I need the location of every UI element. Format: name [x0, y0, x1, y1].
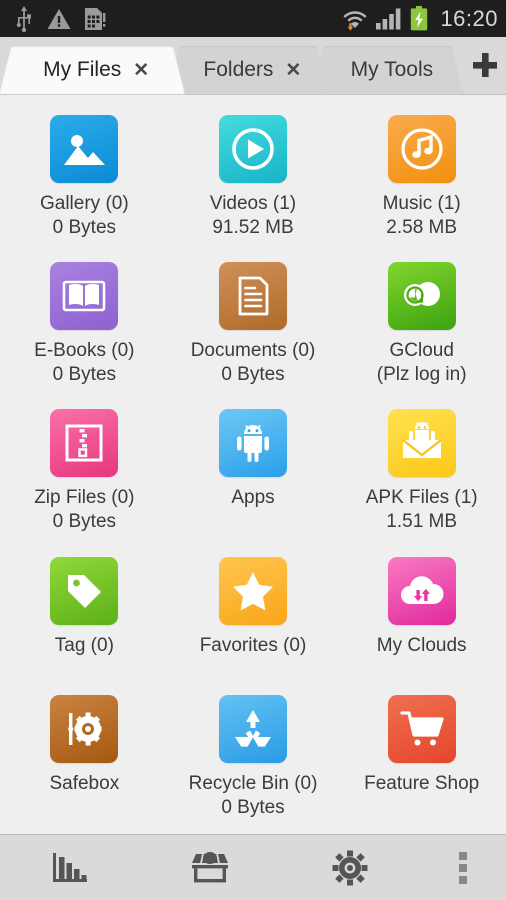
grid-item-size: 0 Bytes [52, 511, 117, 533]
tab-label: My Files [43, 58, 122, 81]
grid-item-name: Recycle Bin (0) [188, 772, 318, 794]
grid-item-tag[interactable]: Tag (0) [0, 549, 169, 687]
safebox-icon [50, 694, 119, 763]
grid-item-name: Safebox [49, 772, 120, 794]
plus-icon [472, 53, 497, 77]
tab-folders[interactable]: Folders ✕ [168, 46, 328, 94]
grid-row: Zip Files (0) 0 Bytes Apps APK Files (1)… [0, 401, 506, 548]
app-window: 16:20 My Files ✕ Folders ✕ My Tools Gall… [0, 0, 506, 900]
market-store-icon [192, 851, 228, 882]
bottom-bar-settings[interactable] [280, 835, 420, 900]
grid-item-size: 0 Bytes [52, 364, 117, 386]
bottom-toolbar [0, 834, 506, 900]
usb-icon [16, 5, 31, 32]
grid-item-name: Zip Files (0) [34, 487, 135, 509]
tab-label: My Tools [350, 58, 434, 81]
grid-item-recycle-bin[interactable]: Recycle Bin (0) 0 Bytes [169, 687, 338, 834]
tab-close-icon[interactable]: ✕ [285, 61, 301, 80]
grid-item-apps[interactable]: Apps [169, 401, 338, 548]
apk-files-icon [387, 409, 456, 478]
grid-item-feature-shop[interactable]: Feature Shop [337, 687, 506, 834]
gcloud-icon [387, 262, 456, 331]
grid-item-name: Feature Shop [364, 772, 480, 794]
grid-row: Safebox Recycle Bin (0) 0 Bytes Feature … [0, 687, 506, 834]
grid-item-ebooks[interactable]: E-Books (0) 0 Bytes [0, 254, 169, 401]
add-tab-button[interactable] [463, 36, 506, 94]
grid-item-name: Documents (0) [190, 340, 316, 362]
grid-item-size: (Plz log in) [376, 364, 467, 386]
my-clouds-icon [387, 556, 456, 625]
ebooks-icon [50, 262, 119, 331]
tab-label: Folders [203, 58, 274, 81]
apps-android-icon [219, 409, 287, 478]
grid-item-zip-files[interactable]: Zip Files (0) 0 Bytes [0, 401, 169, 548]
grid-item-size: 2.58 MB [386, 217, 458, 238]
grid-row: E-Books (0) 0 Bytes Documents (0) 0 Byte… [0, 254, 506, 401]
bottom-bar-market[interactable] [140, 835, 280, 900]
tab-bar: My Files ✕ Folders ✕ My Tools [0, 37, 506, 95]
grid-item-videos[interactable]: Videos (1) 91.52 MB [169, 107, 338, 254]
grid-item-favorites[interactable]: Favorites (0) [169, 549, 338, 687]
music-icon [387, 115, 456, 183]
grid-item-apk-files[interactable]: APK Files (1) 1.51 MB [337, 401, 506, 548]
grid-row: Gallery (0) 0 Bytes Videos (1) 91.52 MB [0, 107, 506, 254]
gallery-icon [50, 115, 119, 183]
grid-item-gcloud[interactable]: GCloud (Plz log in) [337, 254, 506, 401]
grid-item-name: Gallery (0) [39, 193, 129, 214]
grid-item-name: APK Files (1) [365, 487, 478, 509]
grid-item-name: Music (1) [382, 193, 461, 214]
grid-item-size: 0 Bytes [221, 364, 285, 386]
grid-item-gallery[interactable]: Gallery (0) 0 Bytes [0, 107, 169, 254]
zip-files-icon [50, 409, 119, 478]
status-bar-left-icons [14, 5, 106, 32]
grid-item-name: E-Books (0) [34, 340, 135, 362]
videos-icon [219, 115, 287, 183]
sim-card-icon [85, 7, 106, 30]
grid-item-documents[interactable]: Documents (0) 0 Bytes [169, 254, 338, 401]
grid-item-my-clouds[interactable]: My Clouds [337, 549, 506, 687]
grid-item-safebox[interactable]: Safebox [0, 687, 169, 834]
settings-gear-icon [332, 850, 368, 885]
grid-item-name: GCloud [389, 340, 454, 362]
feature-shop-icon [387, 694, 456, 763]
status-bar-right-icons: 16:20 [342, 6, 498, 32]
grid-item-name: Favorites (0) [199, 634, 307, 656]
grid-item-music[interactable]: Music (1) 2.58 MB [337, 107, 506, 254]
grid-row: Tag (0) Favorites (0) My Clouds [0, 549, 506, 687]
bottom-bar-storage-analyze[interactable] [0, 835, 140, 900]
grid-item-size: 91.52 MB [212, 217, 294, 238]
signal-bars-icon [376, 8, 401, 29]
documents-icon [219, 262, 287, 331]
grid-item-name: Videos (1) [209, 193, 297, 214]
tab-close-icon[interactable]: ✕ [133, 61, 149, 80]
wifi-download-icon [343, 10, 368, 31]
tab-my-tools[interactable]: My Tools [312, 46, 463, 94]
tab-my-files[interactable]: My Files ✕ [0, 46, 184, 94]
status-bar: 16:20 [0, 0, 506, 37]
grid-item-name: Apps [231, 487, 275, 509]
grid-item-size: 1.51 MB [386, 511, 458, 533]
overflow-menu-icon [459, 851, 467, 884]
bottom-bar-overflow[interactable] [420, 835, 506, 900]
favorites-star-icon [219, 556, 287, 625]
warning-triangle-icon [47, 8, 71, 29]
tag-icon [50, 556, 119, 625]
grid-item-name: My Clouds [376, 634, 467, 656]
status-bar-clock: 16:20 [440, 5, 498, 31]
storage-analyze-icon [53, 852, 87, 882]
battery-charging-icon [411, 6, 428, 31]
grid-item-size: 0 Bytes [221, 796, 285, 818]
grid-item-name: Tag (0) [54, 634, 114, 656]
grid-item-size: 0 Bytes [52, 217, 117, 238]
file-category-grid: Gallery (0) 0 Bytes Videos (1) 91.52 MB [0, 95, 506, 834]
recycle-bin-icon [219, 694, 287, 763]
